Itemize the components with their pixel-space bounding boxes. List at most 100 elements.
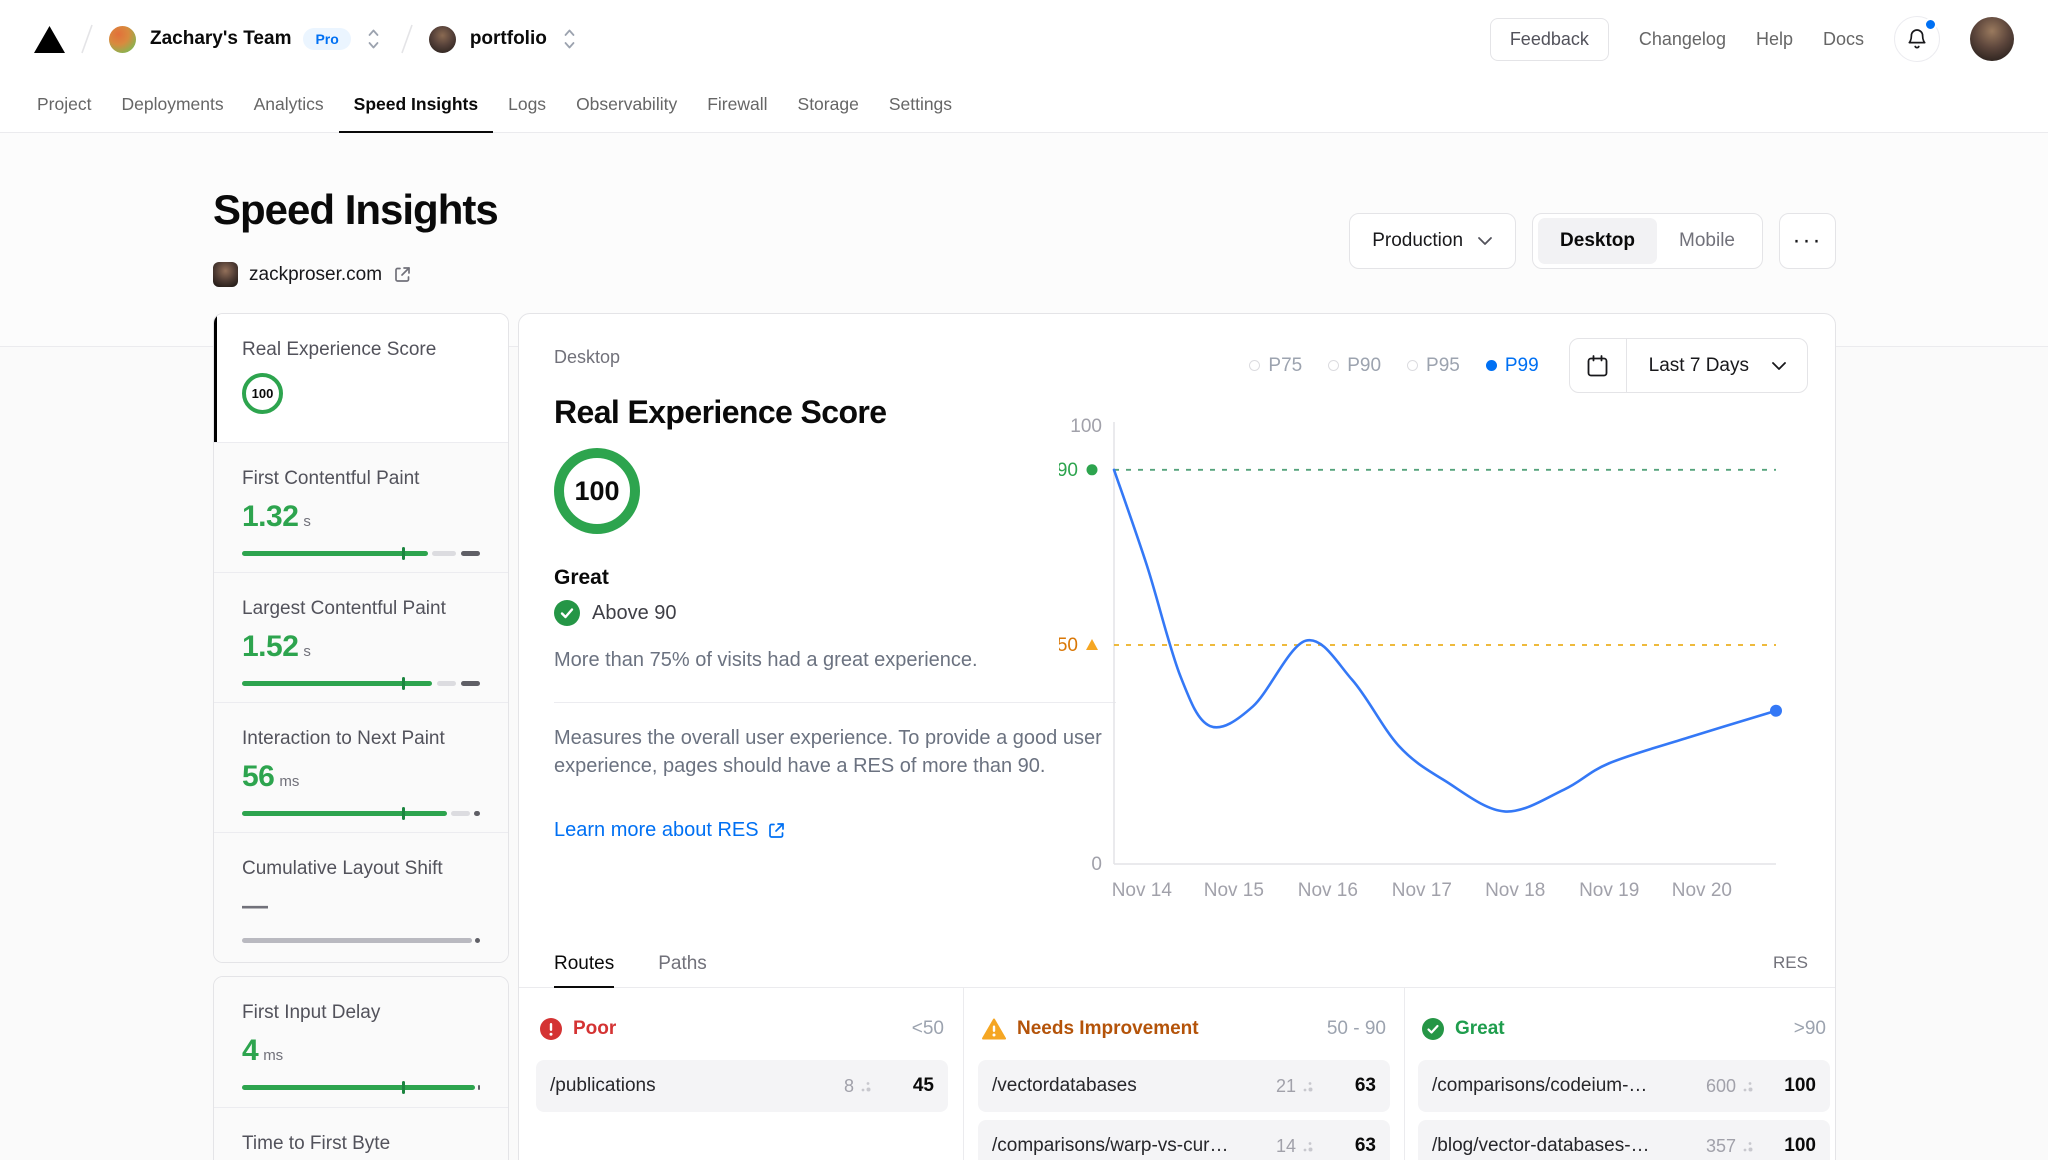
- tab-routes[interactable]: Routes: [554, 941, 614, 988]
- route-name: /vectordatabases: [992, 1075, 1137, 1097]
- route-row[interactable]: /comparisons/warp-vs-cur… 14 63: [978, 1120, 1390, 1160]
- divider: [554, 702, 1116, 703]
- datapoints-icon: [1301, 1140, 1314, 1153]
- environment-select[interactable]: Production: [1349, 213, 1516, 269]
- metric-card-ttfb[interactable]: Time to First Byte: [214, 1107, 508, 1160]
- metric-progress-bar: [242, 811, 480, 816]
- tab-deployments[interactable]: Deployments: [106, 78, 238, 133]
- metric-label: Largest Contentful Paint: [242, 598, 480, 620]
- route-row[interactable]: /publications 8 45: [536, 1060, 948, 1112]
- user-avatar[interactable]: [1970, 17, 2014, 61]
- chart-controls: P75 P90 P95 P99 Last 7 Days: [1249, 338, 1808, 393]
- tab-observability[interactable]: Observability: [561, 78, 692, 133]
- metric-card-res[interactable]: Real Experience Score 100: [214, 314, 508, 442]
- svg-text:90: 90: [1059, 460, 1078, 481]
- route-row[interactable]: /vectordatabases 21 63: [978, 1060, 1390, 1112]
- date-range-value: Last 7 Days: [1627, 355, 1771, 377]
- team-switcher-chevrons-icon[interactable]: [363, 24, 385, 54]
- svg-text:Nov 19: Nov 19: [1579, 880, 1639, 901]
- metric-card-lcp[interactable]: Largest Contentful Paint 1.52s: [214, 572, 508, 702]
- nav-link-help[interactable]: Help: [1756, 29, 1793, 50]
- nav-link-docs[interactable]: Docs: [1823, 29, 1864, 50]
- metric-value: 1.32: [242, 500, 298, 534]
- metric-label: First Input Delay: [242, 1002, 480, 1024]
- tab-logs[interactable]: Logs: [493, 78, 561, 133]
- metric-unit: s: [303, 513, 311, 530]
- svg-text:Nov 16: Nov 16: [1298, 880, 1358, 901]
- route-name: /comparisons/codeium-…: [1432, 1075, 1647, 1097]
- speed-insights-page: Zachary's Team Pro portfolio Feedback Ch…: [0, 0, 2048, 1160]
- site-favicon: [213, 262, 238, 287]
- column-divider: [963, 988, 964, 1160]
- column-divider: [1404, 988, 1405, 1160]
- core-metrics-group: Real Experience Score 100 First Contentf…: [213, 313, 509, 963]
- tab-storage[interactable]: Storage: [783, 78, 874, 133]
- route-row[interactable]: /blog/vector-databases-… 357 100: [1418, 1120, 1830, 1160]
- tab-settings[interactable]: Settings: [874, 78, 967, 133]
- column-needs-improvement: Needs Improvement 50 - 90 /vectordatabas…: [978, 1004, 1390, 1160]
- breadcrumb-slash-icon: [397, 22, 417, 56]
- percentile-p90[interactable]: P90: [1328, 355, 1381, 377]
- metric-value: —: [242, 890, 268, 921]
- route-name: /blog/vector-databases-…: [1432, 1135, 1650, 1157]
- date-range-select[interactable]: Last 7 Days: [1569, 338, 1808, 393]
- device-mobile-segment[interactable]: Mobile: [1657, 218, 1757, 264]
- tab-project[interactable]: Project: [22, 78, 106, 133]
- project-name[interactable]: portfolio: [470, 28, 547, 50]
- metric-unit: ms: [279, 773, 299, 790]
- device-desktop-segment[interactable]: Desktop: [1538, 218, 1657, 264]
- domain-text: zackproser.com: [249, 264, 382, 286]
- verdict-detail-row: Above 90: [554, 600, 677, 626]
- metric-unit: s: [303, 643, 311, 660]
- feedback-button[interactable]: Feedback: [1490, 18, 1609, 61]
- svg-text:100: 100: [1070, 416, 1102, 437]
- nav-link-changelog[interactable]: Changelog: [1639, 29, 1726, 50]
- percentile-label: P95: [1426, 355, 1460, 377]
- domain-link[interactable]: zackproser.com: [213, 262, 412, 287]
- panel-heading: Real Experience Score: [554, 394, 886, 431]
- metric-label: First Contentful Paint: [242, 468, 480, 490]
- route-res-value: 45: [872, 1075, 934, 1097]
- project-avatar: [429, 26, 456, 53]
- column-poor: Poor <50 /publications 8 45: [536, 1004, 948, 1120]
- percentile-p75[interactable]: P75: [1249, 355, 1302, 377]
- route-count: 357: [1706, 1136, 1754, 1157]
- bell-icon: [1906, 27, 1928, 51]
- metric-card-fid[interactable]: First Input Delay 4ms: [214, 977, 508, 1107]
- notifications-button[interactable]: [1894, 16, 1940, 62]
- route-row[interactable]: /comparisons/codeium-… 600 100: [1418, 1060, 1830, 1112]
- chevron-down-icon: [1771, 361, 1807, 371]
- environment-value: Production: [1372, 230, 1463, 252]
- metric-card-fcp[interactable]: First Contentful Paint 1.32 s: [214, 442, 508, 572]
- route-name: /comparisons/warp-vs-cur…: [992, 1135, 1229, 1157]
- external-link-icon: [393, 265, 412, 284]
- datapoints-icon: [1301, 1080, 1314, 1093]
- percentile-p95[interactable]: P95: [1407, 355, 1460, 377]
- team-name[interactable]: Zachary's Team: [150, 28, 291, 50]
- more-actions-button[interactable]: ···: [1779, 213, 1836, 269]
- tab-paths[interactable]: Paths: [658, 941, 707, 988]
- res-column-label: RES: [1773, 953, 1808, 973]
- metric-card-inp[interactable]: Interaction to Next Paint 56ms: [214, 702, 508, 832]
- tab-analytics[interactable]: Analytics: [239, 78, 339, 133]
- tab-firewall[interactable]: Firewall: [692, 78, 782, 133]
- project-switcher-chevrons-icon[interactable]: [559, 24, 581, 54]
- learn-more-link[interactable]: Learn more about RES: [554, 819, 786, 842]
- metric-value: 56: [242, 760, 274, 794]
- radio-icon: [1407, 360, 1418, 371]
- tab-speed-insights[interactable]: Speed Insights: [339, 78, 493, 133]
- plan-badge: Pro: [303, 28, 350, 50]
- percentile-label: P90: [1347, 355, 1381, 377]
- warning-triangle-icon: [982, 1018, 1006, 1040]
- vercel-logo-icon[interactable]: [34, 26, 65, 53]
- column-range: 50 - 90: [1327, 1018, 1386, 1040]
- route-count: 8: [844, 1076, 872, 1097]
- column-name: Great: [1455, 1018, 1505, 1040]
- route-count: 14: [1276, 1136, 1314, 1157]
- route-res-value: 63: [1314, 1075, 1376, 1097]
- chevron-down-icon: [1477, 236, 1493, 246]
- panel-device-label: Desktop: [554, 347, 620, 368]
- metric-card-cls[interactable]: Cumulative Layout Shift —: [214, 832, 508, 962]
- percentile-p99[interactable]: P99: [1486, 355, 1539, 377]
- route-res-value: 100: [1754, 1135, 1816, 1157]
